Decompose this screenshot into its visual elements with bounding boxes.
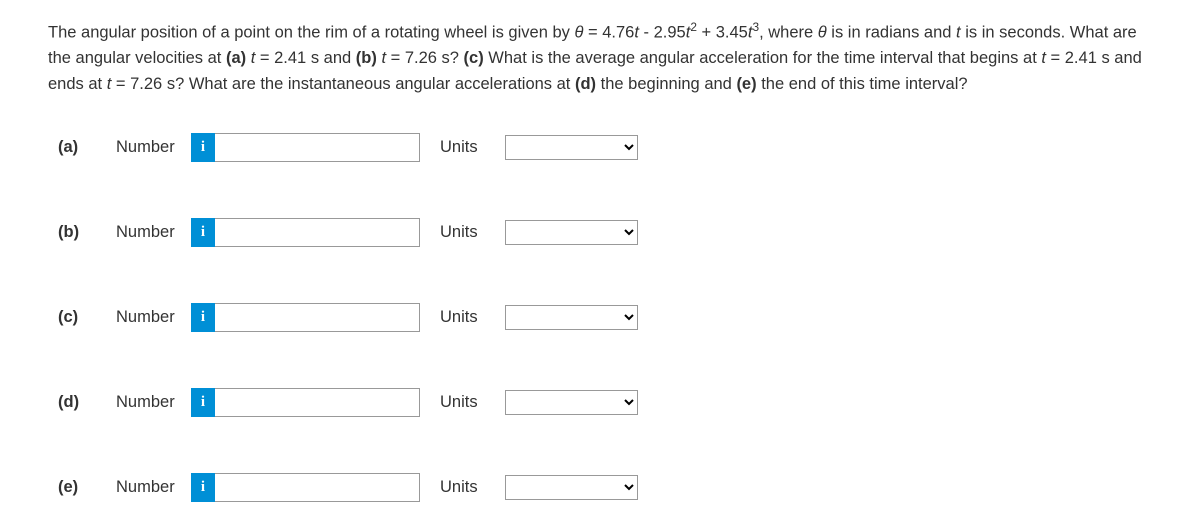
- info-icon[interactable]: i: [191, 133, 215, 162]
- part-label-e: (e): [58, 478, 116, 497]
- number-input-b[interactable]: [215, 218, 420, 247]
- units-label: Units: [440, 308, 505, 327]
- answer-row-e: (e) Number i Units: [58, 473, 1160, 502]
- answer-row-d: (d) Number i Units: [58, 388, 1160, 417]
- number-label: Number: [116, 223, 191, 242]
- part-label-b: (b): [58, 223, 116, 242]
- number-label: Number: [116, 138, 191, 157]
- info-icon[interactable]: i: [191, 303, 215, 332]
- number-label: Number: [116, 478, 191, 497]
- answer-row-a: (a) Number i Units: [58, 133, 1160, 162]
- units-label: Units: [440, 393, 505, 412]
- answer-rows: (a) Number i Units (b) Number i Units (c…: [48, 133, 1160, 502]
- number-label: Number: [116, 393, 191, 412]
- part-label-a: (a): [58, 138, 116, 157]
- number-input-a[interactable]: [215, 133, 420, 162]
- units-select-e[interactable]: [505, 475, 638, 500]
- info-icon[interactable]: i: [191, 218, 215, 247]
- answer-row-b: (b) Number i Units: [58, 218, 1160, 247]
- part-label-d: (d): [58, 393, 116, 412]
- number-input-d[interactable]: [215, 388, 420, 417]
- units-select-b[interactable]: [505, 220, 638, 245]
- answer-row-c: (c) Number i Units: [58, 303, 1160, 332]
- units-label: Units: [440, 478, 505, 497]
- part-label-c: (c): [58, 308, 116, 327]
- units-select-a[interactable]: [505, 135, 638, 160]
- info-icon[interactable]: i: [191, 473, 215, 502]
- units-label: Units: [440, 223, 505, 242]
- units-select-d[interactable]: [505, 390, 638, 415]
- number-input-e[interactable]: [215, 473, 420, 502]
- info-icon[interactable]: i: [191, 388, 215, 417]
- problem-statement: The angular position of a point on the r…: [48, 18, 1160, 97]
- number-label: Number: [116, 308, 191, 327]
- units-select-c[interactable]: [505, 305, 638, 330]
- number-input-c[interactable]: [215, 303, 420, 332]
- units-label: Units: [440, 138, 505, 157]
